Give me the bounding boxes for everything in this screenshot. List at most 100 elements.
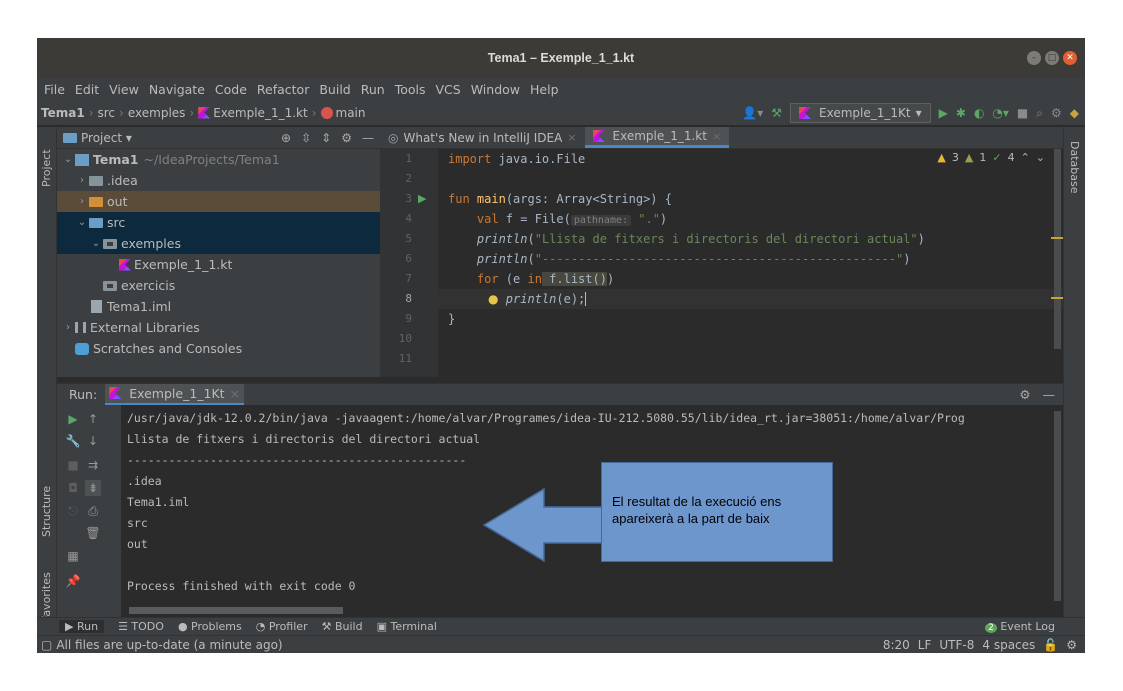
rerun-icon[interactable]: ▶: [65, 411, 81, 427]
tool-problems[interactable]: ● Problems: [178, 620, 242, 633]
run-gutter-icon[interactable]: ▶: [418, 189, 426, 209]
project-view-select[interactable]: Project: [81, 131, 122, 145]
stop-icon[interactable]: ■: [1017, 106, 1028, 120]
event-log-button[interactable]: 2 Event Log: [985, 620, 1085, 633]
close-button[interactable]: ✕: [1063, 51, 1077, 65]
tool-todo[interactable]: ☰ TODO: [118, 620, 164, 633]
caret-position[interactable]: 8:20: [883, 638, 910, 652]
build-hammer-icon[interactable]: ⚒: [771, 106, 782, 120]
print-icon[interactable]: ⎙: [85, 503, 101, 519]
stop-icon[interactable]: ■: [65, 457, 81, 473]
favorites-tool-button[interactable]: Favorites: [40, 572, 53, 622]
locate-icon[interactable]: ⊕: [281, 131, 291, 145]
menu-file[interactable]: File: [39, 82, 70, 97]
user-icon[interactable]: 👤▾: [742, 106, 763, 120]
file-encoding[interactable]: UTF-8: [939, 638, 974, 652]
tree-item-tema1[interactable]: ⌄ Tema1 ~/IdeaProjects/Tema1: [57, 149, 380, 170]
menu-build[interactable]: Build: [314, 82, 355, 97]
tree-item-exemples[interactable]: ⌄ exemples: [57, 233, 380, 254]
exit-icon[interactable]: ⎋: [65, 503, 81, 519]
menu-navigate[interactable]: Navigate: [144, 82, 210, 97]
maximize-button[interactable]: □: [1045, 51, 1059, 65]
tool-build[interactable]: ⚒ Build: [322, 620, 363, 633]
menu-edit[interactable]: Edit: [70, 82, 104, 97]
menu-code[interactable]: Code: [210, 82, 252, 97]
code-editor[interactable]: 1 2 3 ▶ 4 5 6 7 8 9 10 11 ● import java.…: [380, 149, 1063, 377]
memory-indicator-icon[interactable]: ⚙: [1066, 638, 1077, 652]
indent-setting[interactable]: 4 spaces: [982, 638, 1035, 652]
menu-refactor[interactable]: Refactor: [252, 82, 314, 97]
inspection-widget[interactable]: ▲ 3 ▲ 1 ✓ 4 ⌃ ⌄: [937, 151, 1045, 164]
menu-window[interactable]: Window: [466, 82, 525, 97]
scroll-to-end-icon[interactable]: ⇟: [85, 480, 101, 496]
editor-scrollbar[interactable]: [1051, 149, 1063, 377]
code-content[interactable]: import java.io.File fun main(args: Array…: [448, 149, 925, 326]
chevron-right-icon[interactable]: ›: [75, 196, 89, 207]
expand-all-icon[interactable]: ⇳: [301, 131, 311, 145]
search-icon[interactable]: ⌕: [1036, 106, 1043, 121]
close-icon[interactable]: ×: [230, 386, 240, 401]
gear-icon[interactable]: ⚙: [341, 131, 352, 145]
chevron-up-icon[interactable]: ⌃: [1021, 151, 1030, 164]
trash-icon[interactable]: 🗑: [85, 525, 101, 541]
tab-run-exemple[interactable]: Exemple_1_1Kt ×: [105, 383, 245, 406]
console-vertical-scrollbar[interactable]: [1054, 411, 1061, 601]
minimize-icon[interactable]: —: [1043, 387, 1056, 402]
project-tool-button[interactable]: Project: [40, 149, 53, 187]
layout-icon[interactable]: ▦: [65, 548, 81, 564]
tree-item-out[interactable]: › out: [57, 191, 380, 212]
tree-item-iml[interactable]: Tema1.iml: [57, 296, 380, 317]
close-icon[interactable]: ×: [712, 130, 721, 143]
tool-terminal[interactable]: ▣ Terminal: [377, 620, 437, 633]
console-horizontal-scrollbar[interactable]: [129, 607, 343, 614]
breadcrumb-file[interactable]: Exemple_1_1.kt: [213, 106, 307, 120]
database-tool-button[interactable]: Database: [1068, 141, 1081, 194]
tree-item-idea[interactable]: › .idea: [57, 170, 380, 191]
arrow-up-icon[interactable]: ↑: [85, 411, 101, 427]
menu-view[interactable]: View: [104, 82, 144, 97]
chevron-down-icon[interactable]: ▾: [122, 131, 132, 145]
lock-icon[interactable]: 🔓: [1043, 638, 1058, 652]
tree-item-src[interactable]: ⌄ src: [57, 212, 380, 233]
gear-icon[interactable]: ⚙: [1051, 106, 1062, 120]
plugin-icon[interactable]: ◆: [1070, 106, 1079, 120]
menu-help[interactable]: Help: [525, 82, 564, 97]
menu-tools[interactable]: Tools: [390, 82, 431, 97]
breadcrumb-main[interactable]: main: [336, 106, 366, 120]
chevron-down-icon[interactable]: ⌄: [61, 154, 75, 165]
scrollbar-thumb[interactable]: [1054, 149, 1061, 349]
chevron-down-icon[interactable]: ⌄: [89, 238, 103, 249]
collapse-all-icon[interactable]: ⇕: [321, 131, 331, 145]
chevron-down-icon[interactable]: ⌄: [1036, 151, 1045, 164]
status-toggle-icon[interactable]: ▢: [41, 638, 52, 652]
camera-icon[interactable]: ◘: [65, 480, 81, 496]
menu-vcs[interactable]: VCS: [431, 82, 466, 97]
warning-stripe[interactable]: [1051, 237, 1063, 239]
tab-exemple-file[interactable]: Exemple_1_1.kt ×: [584, 127, 730, 148]
run-icon[interactable]: ▶: [939, 106, 948, 120]
structure-tool-button[interactable]: Structure: [40, 486, 53, 537]
chevron-right-icon[interactable]: ›: [75, 175, 89, 186]
soft-wrap-icon[interactable]: ⇉: [85, 457, 101, 473]
run-configuration-select[interactable]: Exemple_1_1Kt ▾: [790, 103, 931, 123]
arrow-down-icon[interactable]: ↓: [85, 433, 101, 449]
tool-profiler[interactable]: ◔ Profiler: [256, 620, 308, 633]
minimize-icon[interactable]: —: [362, 131, 374, 145]
breadcrumb-project[interactable]: Tema1: [41, 106, 85, 120]
debug-icon[interactable]: ✱: [956, 106, 966, 120]
pin-icon[interactable]: 📌: [65, 573, 81, 589]
chevron-down-icon[interactable]: ⌄: [75, 217, 89, 228]
breadcrumb-exemples[interactable]: exemples: [128, 106, 186, 120]
profile-icon[interactable]: ◔▾: [992, 106, 1009, 120]
close-icon[interactable]: ×: [567, 131, 576, 144]
chevron-right-icon[interactable]: ›: [61, 322, 75, 333]
breadcrumb-src[interactable]: src: [98, 106, 116, 120]
line-separator[interactable]: LF: [918, 638, 932, 652]
tree-item-external-libraries[interactable]: › External Libraries: [57, 317, 380, 338]
coverage-icon[interactable]: ◐: [974, 106, 984, 120]
tree-item-scratches[interactable]: Scratches and Consoles: [57, 338, 380, 359]
tab-whats-new[interactable]: ◎ What's New in IntelliJ IDEA ×: [380, 127, 585, 148]
tree-item-exercicis[interactable]: exercicis: [57, 275, 380, 296]
tree-item-exemple-file[interactable]: Exemple_1_1.kt: [57, 254, 380, 275]
minimize-button[interactable]: –: [1027, 51, 1041, 65]
